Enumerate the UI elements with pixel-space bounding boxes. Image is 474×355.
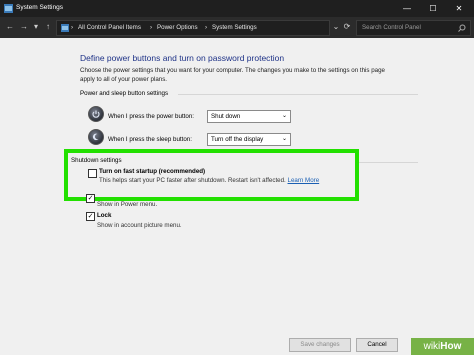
page-title: Define power buttons and turn on passwor… xyxy=(80,53,285,63)
control-panel-icon xyxy=(61,24,69,32)
power-button-label: When I press the power button: xyxy=(108,113,194,120)
divider xyxy=(355,162,418,163)
power-button-select[interactable]: Shut down ⌄ xyxy=(207,110,291,123)
fast-startup-description-row: This helps start your PC faster after sh… xyxy=(99,177,319,184)
divider xyxy=(178,94,418,95)
lock-checkbox[interactable]: ✓ xyxy=(86,212,95,221)
sleep-button-value: Turn off the display xyxy=(211,136,264,143)
cancel-button[interactable]: Cancel xyxy=(356,338,398,352)
learn-more-link[interactable]: Learn More xyxy=(288,177,320,184)
search-icon[interactable] xyxy=(458,24,466,32)
sleep-button-select[interactable]: Turn off the display ⌄ xyxy=(207,133,291,146)
breadcrumb-item-control-panel[interactable]: All Control Panel Items xyxy=(78,24,141,31)
power-button-value: Shut down xyxy=(211,113,241,120)
fast-startup-description: This helps start your PC faster after sh… xyxy=(99,177,286,184)
close-button[interactable]: ✕ xyxy=(446,0,472,17)
window-title: System Settings xyxy=(16,4,63,11)
search-placeholder: Search Control Panel xyxy=(362,24,421,31)
power-sleep-group-label: Power and sleep button settings xyxy=(80,90,169,97)
wikihow-watermark: wikiHow xyxy=(411,338,474,355)
lock-label: Lock xyxy=(97,212,112,219)
maximize-button[interactable]: ☐ xyxy=(420,0,446,17)
back-arrow-icon[interactable]: ← xyxy=(4,21,16,33)
sleep-button-label: When I press the sleep button: xyxy=(108,136,192,143)
main-content: Define power buttons and turn on passwor… xyxy=(0,38,474,355)
chevron-down-icon: ⌄ xyxy=(281,136,287,142)
shutdown-group-label: Shutdown settings xyxy=(71,157,122,164)
page-description: Choose the power settings that you want … xyxy=(80,67,385,83)
watermark-wiki: wiki xyxy=(423,341,441,352)
breadcrumb-item-power-options[interactable]: Power Options xyxy=(157,24,198,31)
fast-startup-checkbox[interactable] xyxy=(88,169,97,178)
minimize-button[interactable]: — xyxy=(394,0,420,17)
shutdown-settings-highlight: Shutdown settings Turn on fast startup (… xyxy=(64,149,359,201)
breadcrumb[interactable]: › All Control Panel Items › Power Option… xyxy=(56,20,330,36)
breadcrumb-separator-icon: › xyxy=(150,24,153,31)
fast-startup-label: Turn on fast startup (recommended) xyxy=(99,168,206,175)
sleep-option-checkbox[interactable]: ✓ xyxy=(86,194,95,203)
save-changes-button[interactable]: Save changes xyxy=(289,338,351,352)
sleep-button-icon xyxy=(88,129,104,145)
up-arrow-icon[interactable]: ↑ xyxy=(42,21,54,33)
recent-locations-icon[interactable]: ▾ xyxy=(30,21,42,33)
control-panel-icon xyxy=(4,4,13,13)
breadcrumb-item-system-settings[interactable]: System Settings xyxy=(212,24,257,31)
address-bar: ← → ▾ ↑ › All Control Panel Items › Powe… xyxy=(0,17,474,38)
power-button-icon xyxy=(88,106,104,122)
breadcrumb-separator-icon: › xyxy=(205,24,208,31)
watermark-how: How xyxy=(440,341,462,352)
title-bar: System Settings — ☐ ✕ xyxy=(0,0,474,17)
forward-arrow-icon[interactable]: → xyxy=(18,21,30,33)
search-input[interactable]: Search Control Panel xyxy=(356,20,471,36)
lock-description: Show in account picture menu. xyxy=(97,222,182,229)
refresh-icon[interactable]: ⟳ xyxy=(341,21,353,33)
sleep-option-description: Show in Power menu. xyxy=(97,201,158,208)
breadcrumb-separator-icon: › xyxy=(71,24,74,31)
chevron-down-icon: ⌄ xyxy=(281,113,287,119)
